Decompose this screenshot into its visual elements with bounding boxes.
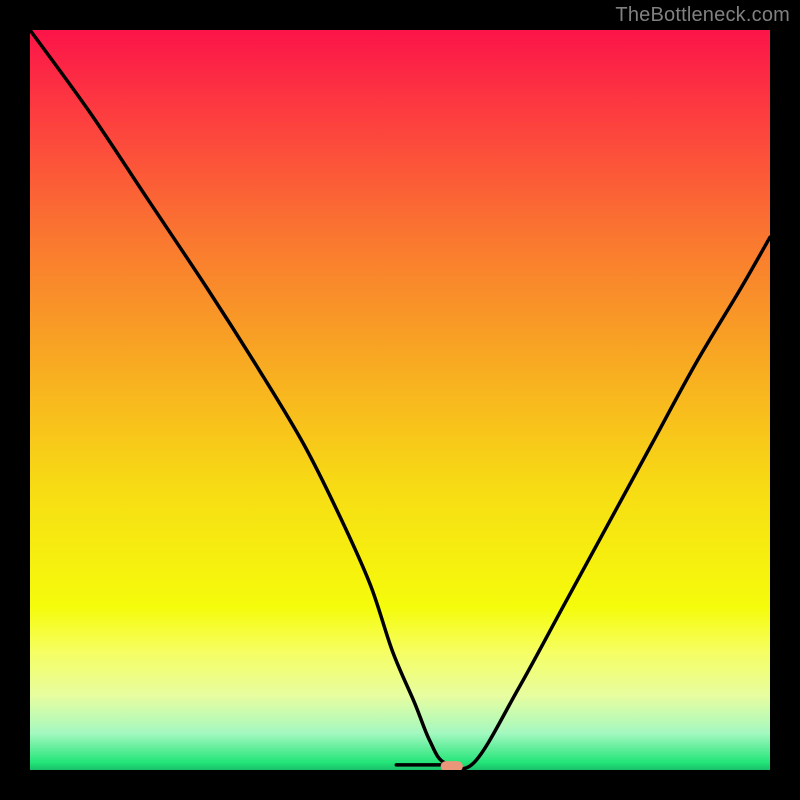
optimal-marker — [441, 761, 463, 770]
chart-stage: TheBottleneck.com — [0, 0, 800, 800]
curve-svg — [30, 30, 770, 770]
bottleneck-curve — [30, 30, 770, 769]
plot-area — [30, 30, 770, 770]
watermark-text: TheBottleneck.com — [615, 4, 790, 27]
